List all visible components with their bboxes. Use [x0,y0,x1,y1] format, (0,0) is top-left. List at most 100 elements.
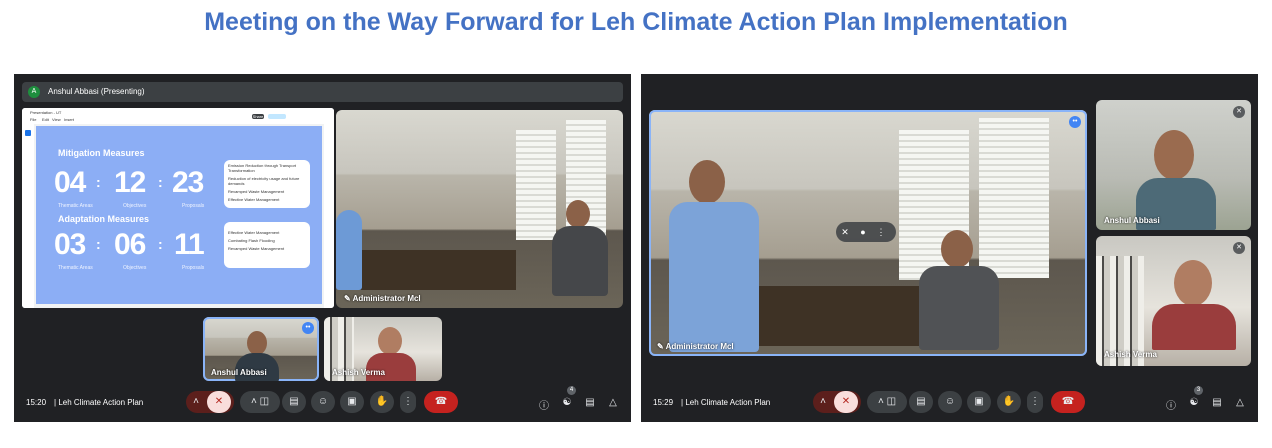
mic-off-icon: ✕ [214,396,224,407]
present-button[interactable]: ▣ [967,391,991,413]
info-icon[interactable]: ⓘ [537,397,551,412]
presenter-label: Anshul Abbasi (Presenting) [48,87,145,96]
activities-icon[interactable]: △ [606,397,620,408]
slideshow-button[interactable]: Share [252,114,264,119]
desk [356,250,516,290]
select-tool-icon[interactable] [25,130,31,136]
emoji-icon: ☺ [317,396,329,407]
participant-video [336,210,366,300]
menu-item-edit[interactable]: Edit [42,117,49,122]
present-icon: ▣ [347,396,357,407]
end-call-button[interactable]: ☎ [1051,391,1085,413]
mitigation-item: Effective Water Management [228,197,280,202]
audio-options-button[interactable]: ˄ [186,391,206,413]
menu-item-insert[interactable]: Insert [64,117,74,122]
slides-menubar: Presentation - UT File Edit View Insert … [22,108,334,124]
more-options-button[interactable]: ⋮ [400,391,416,413]
camera-toggle-button[interactable]: ˄ ◫ [240,391,280,413]
mitigation-heading: Mitigation Measures [58,148,145,158]
caption-objectives: Objectives [123,203,147,209]
mitigation-card: Emission Reduction through Transport Tra… [224,160,310,208]
raise-hand-button[interactable]: ✋ [997,391,1021,413]
adaptation-thematic-number: 03 [54,228,86,261]
present-button[interactable]: ▣ [340,391,364,413]
people-icon[interactable]: ☯ [1187,397,1201,408]
participant-name: Anshul Abbasi [211,368,267,377]
raise-hand-icon: ✋ [375,396,389,407]
info-icon[interactable]: ⓘ [1164,397,1178,412]
camera-icon: ˄ ◫ [250,396,270,407]
menu-item-file[interactable]: File [30,117,36,122]
tile-hover-controls[interactable]: ✕ ● ⋮ [836,222,896,242]
captions-icon: ▤ [289,396,299,407]
audio-options-button[interactable]: ˄ [813,391,833,413]
muted-indicator-icon: ✕ [1233,106,1245,118]
meeting-name: | Leh Climate Action Plan [54,398,144,407]
people-count-badge: 3 [1194,386,1203,395]
participant-tile[interactable]: ✕ Anshul Abbasi [1096,100,1251,230]
page-title: Meeting on the Way Forward for Leh Clima… [204,8,1068,36]
mic-toggle-button[interactable]: ✕ [834,391,858,413]
caption-thematic: Thematic Areas [58,265,93,271]
control-bar: 15:29 | Leh Climate Action Plan ˄ ✕ ˄ ◫ … [641,386,1258,422]
caption-proposals: Proposals [182,265,205,271]
participant-video [669,160,759,352]
mic-toggle-button[interactable]: ✕ [207,391,231,413]
raise-hand-icon: ✋ [1002,396,1016,407]
menu-item-view[interactable]: View [52,117,61,122]
participant-tile[interactable]: ✕ Ashish Verma [1096,236,1251,366]
captions-button[interactable]: ▤ [909,391,933,413]
more-options-icon: ⋮ [403,396,413,407]
meeting-name: | Leh Climate Action Plan [681,398,771,407]
adaptation-item: Combating Flash Flooding [228,238,275,243]
shared-screen[interactable]: Presentation - UT File Edit View Insert … [22,108,334,308]
camera-toggle-button[interactable]: ˄ ◫ [867,391,907,413]
caption-proposals: Proposals [182,203,205,209]
chat-icon[interactable]: ▤ [583,397,597,408]
slides-toolbar [22,124,34,308]
raise-hand-button[interactable]: ✋ [370,391,394,413]
mitigation-item: Reduction of electricity usage and futur… [228,176,300,186]
share-button[interactable] [268,114,286,119]
side-panel [324,124,334,308]
camera-icon: ˄ ◫ [877,396,897,407]
participant-tile[interactable]: Ashish Verma [324,317,442,381]
adaptation-heading: Adaptation Measures [58,214,150,224]
main-video-tile[interactable]: ✕ ● ⋮ •• ✎ Administrator Mcl [649,110,1087,356]
slide-canvas: Mitigation Measures 04 : 12 : 23 Themati… [36,126,322,304]
mitigation-item: Emission Reduction through Transport Tra… [228,163,297,173]
adaptation-item: Revamped Waste Management [228,246,285,251]
end-call-button[interactable]: ☎ [424,391,458,413]
clock: 15:29 [653,398,674,407]
chat-icon[interactable]: ▤ [1210,397,1224,408]
meet-window-right: ✕ ● ⋮ •• ✎ Administrator Mcl ✕ Anshul Abba… [641,74,1258,422]
activities-icon[interactable]: △ [1233,397,1247,408]
mute-participant-icon[interactable]: ✕ [836,222,854,242]
clock: 15:20 [26,398,47,407]
main-video-tile[interactable]: ✎ Administrator Mcl [336,110,623,308]
emoji-button[interactable]: ☺ [938,391,962,413]
more-options-icon[interactable]: ⋮ [872,222,890,242]
participant-video [1136,130,1216,230]
captions-button[interactable]: ▤ [282,391,306,413]
control-bar: 15:20 | Leh Climate Action Plan ˄ ✕ ˄ ◫ … [14,386,631,422]
emoji-button[interactable]: ☺ [311,391,335,413]
more-options-icon: ⋮ [1030,396,1040,407]
mitigation-item: Revamped Waste Management [228,189,285,194]
adaptation-proposals-number: 11 [174,228,205,261]
speaking-indicator-icon: •• [302,322,314,334]
menu-item-title[interactable]: Presentation - UT [30,110,61,115]
adaptation-objectives-number: 06 [114,228,146,261]
main-tile-name: ✎ Administrator Mcl [344,294,421,303]
emoji-icon: ☺ [944,396,956,407]
mic-off-icon: ✕ [841,396,851,407]
caption-objectives: Objectives [123,265,147,271]
muted-indicator-icon: ✕ [1233,242,1245,254]
participant-video [546,200,616,300]
more-options-button[interactable]: ⋮ [1027,391,1043,413]
mitigation-proposals-number: 23 [172,166,204,199]
people-icon[interactable]: ☯ [560,397,574,408]
pin-icon[interactable]: ● [854,222,872,242]
participant-tile[interactable]: •• Anshul Abbasi [203,317,319,381]
people-count-badge: 4 [567,386,576,395]
